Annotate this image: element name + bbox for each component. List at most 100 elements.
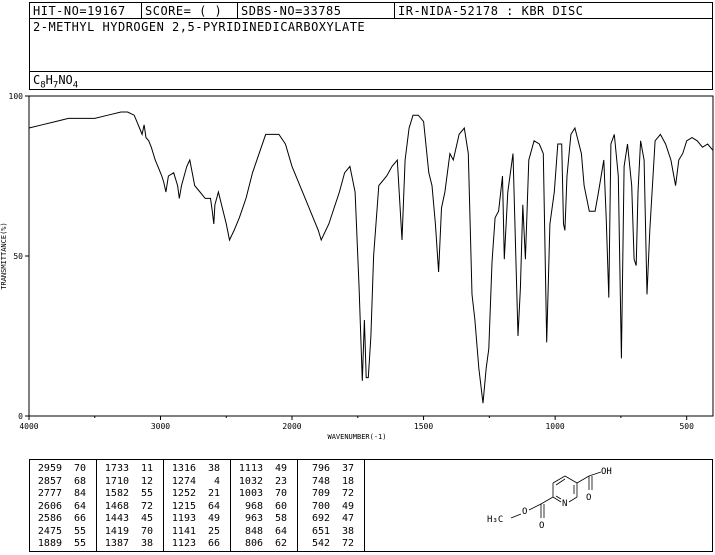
ether-o-label: O xyxy=(522,507,527,517)
peak-transmittance: 70 xyxy=(73,463,86,474)
peak-transmittance: 66 xyxy=(73,513,86,524)
peak-transmittance: 64 xyxy=(207,500,220,512)
peak-wavenumber: 1443 xyxy=(104,513,129,524)
formula-h: H xyxy=(45,73,53,87)
peak-wavenumber: 2475 xyxy=(37,525,62,537)
peak-row: 1113 49 xyxy=(231,463,297,476)
peak-row: 1710 12 xyxy=(97,476,163,489)
peak-row: 1123 66 xyxy=(164,538,230,551)
x-axis: 4000 3000 2000 1500 1000 500 xyxy=(19,416,694,431)
spectrum-line xyxy=(28,111,714,404)
peak-wavenumber: 1419 xyxy=(104,525,129,537)
peak-transmittance: 38 xyxy=(140,538,153,549)
peak-wavenumber: 748 xyxy=(311,475,330,487)
peak-transmittance: 70 xyxy=(274,488,287,499)
peak-row: 1141 25 xyxy=(164,526,230,539)
peak-transmittance: 18 xyxy=(341,475,354,487)
x-tick-label: 2000 xyxy=(282,422,301,431)
spectrum-header: HIT-NO=19167 SCORE= ( ) SDBS-NO=33785 IR… xyxy=(29,2,713,90)
peak-row: 700 49 xyxy=(298,501,364,514)
peak-row: 1215 64 xyxy=(164,501,230,514)
peak-transmittance: 66 xyxy=(207,538,220,549)
sdbs-number: SDBS-NO=33785 xyxy=(238,3,395,19)
peak-row: 2857 68 xyxy=(30,476,96,489)
peak-table: 2959 70 2857 68 2777 84 2606 64 2586 66 2475 55 1889… xyxy=(29,459,713,552)
peak-wavenumber: 1252 xyxy=(171,488,196,499)
peak-transmittance: 64 xyxy=(73,500,86,512)
peak-wavenumber: 692 xyxy=(311,513,330,524)
peak-row: 1387 38 xyxy=(97,538,163,551)
peak-wavenumber: 806 xyxy=(244,538,263,549)
ring-double-bond xyxy=(555,495,562,500)
peak-wavenumber: 2857 xyxy=(37,475,62,487)
oh-label: OH xyxy=(601,467,612,477)
compound-name: 2-METHYL HYDROGEN 2,5-PYRIDINEDICARBOXYL… xyxy=(33,20,366,34)
x-tick-label: 3000 xyxy=(151,422,170,431)
peak-transmittance: 11 xyxy=(140,463,153,474)
peak-wavenumber: 2959 xyxy=(37,463,62,474)
peak-wavenumber: 848 xyxy=(244,525,263,537)
peak-row: 1193 49 xyxy=(164,513,230,526)
peak-transmittance: 55 xyxy=(73,538,86,549)
ring-bond xyxy=(564,475,578,484)
peak-transmittance: 25 xyxy=(207,525,220,537)
peak-column: 1733 11 1710 12 1582 55 1468 72 1443 45 1419 70 1387… xyxy=(97,460,164,551)
ring-double-bond xyxy=(555,478,566,486)
peak-row: 2475 55 xyxy=(30,526,96,539)
y-axis-label: TRANSMITTANCE(%) xyxy=(0,222,8,289)
peak-wavenumber: 1889 xyxy=(37,538,62,549)
ir-number: IR-NIDA-52178 : KBR DISC xyxy=(398,4,584,18)
peak-wavenumber: 651 xyxy=(311,525,330,537)
peak-transmittance: 84 xyxy=(73,488,86,499)
peak-wavenumber: 542 xyxy=(311,538,330,549)
x-tick-label: 500 xyxy=(679,422,694,431)
peak-row: 796 37 xyxy=(298,463,364,476)
ester-bond xyxy=(528,503,542,511)
peak-row: 1468 72 xyxy=(97,501,163,514)
ring-bond xyxy=(552,496,562,503)
peak-transmittance: 70 xyxy=(140,525,153,537)
peak-wavenumber: 796 xyxy=(311,463,330,474)
peak-transmittance: 38 xyxy=(341,525,354,537)
peak-transmittance: 49 xyxy=(274,463,287,474)
formula-o: O xyxy=(65,73,73,87)
peak-wavenumber: 1032 xyxy=(238,475,263,487)
peak-row: 542 72 xyxy=(298,538,364,551)
peak-column: 1316 38 1274 4 1252 21 1215 64 1193 49 1141 25 1123 6… xyxy=(164,460,231,551)
formula-o-count: 4 xyxy=(72,80,79,91)
formula-divider xyxy=(30,71,712,72)
methyl-label: H₃C xyxy=(487,515,503,525)
peak-wavenumber: 1123 xyxy=(171,538,196,549)
peak-column: 796 37 748 18 709 72 700 49 692 47 651 38 542 72 xyxy=(298,460,365,551)
peak-wavenumber: 2586 xyxy=(37,513,62,524)
peak-wavenumber: 709 xyxy=(311,488,330,499)
peak-row: 1733 11 xyxy=(97,463,163,476)
peak-column: 1113 49 1032 23 1003 70 968 60 963 58 848 64 806 62 xyxy=(231,460,298,551)
peak-row: 1003 70 xyxy=(231,488,297,501)
peak-wavenumber: 2777 xyxy=(37,488,62,499)
peak-wavenumber: 1193 xyxy=(171,513,196,524)
peak-wavenumber: 1582 xyxy=(104,488,129,499)
peak-wavenumber: 1387 xyxy=(104,538,129,549)
hit-number: HIT-NO=19167 xyxy=(30,3,142,19)
peak-wavenumber: 1215 xyxy=(171,500,196,512)
x-tick-label: 4000 xyxy=(19,422,38,431)
peak-row: 1443 45 xyxy=(97,513,163,526)
peak-row: 848 64 xyxy=(231,526,297,539)
peak-wavenumber: 1468 xyxy=(104,500,129,512)
peak-transmittance: 12 xyxy=(140,475,153,487)
peak-row: 2959 70 xyxy=(30,463,96,476)
molecular-formula: C8H7NO4 xyxy=(33,73,78,90)
x-tick-label: 1500 xyxy=(414,422,433,431)
x-tick-label: 1000 xyxy=(545,422,564,431)
y-tick-label: 0 xyxy=(18,412,23,421)
peak-transmittance: 37 xyxy=(341,463,354,474)
peak-row: 806 62 xyxy=(231,538,297,551)
peak-row: 709 72 xyxy=(298,488,364,501)
peak-transmittance: 45 xyxy=(140,513,153,524)
peak-transmittance: 72 xyxy=(341,488,354,499)
peak-transmittance: 68 xyxy=(73,475,86,487)
peak-row: 692 47 xyxy=(298,513,364,526)
peak-transmittance: 23 xyxy=(274,475,287,487)
peak-row: 2777 84 xyxy=(30,488,96,501)
